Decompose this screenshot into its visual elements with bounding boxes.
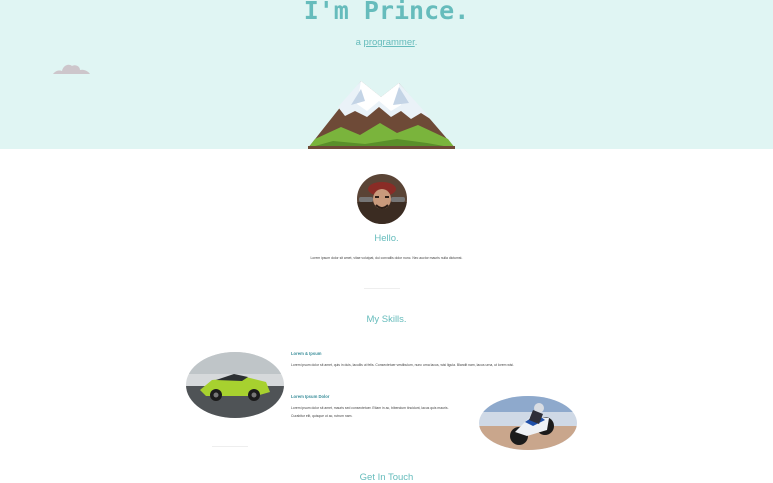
about-text: Lorem ipsum dolor sit amet, vitae volutp… — [310, 256, 463, 260]
section-divider — [364, 288, 400, 289]
contact-heading: Get In Touch — [359, 472, 414, 483]
about-heading: Hello. — [374, 233, 399, 244]
skill-title-2: Lorem Ipsum Dolor — [291, 394, 330, 399]
skills-heading: My Skills. — [366, 314, 407, 325]
cloud-icon — [53, 64, 90, 74]
skill-description-2: Lorem ipsum dolor sit amet, mauris sed c… — [291, 406, 449, 410]
skill-title-1: Lorem & Ipsum — [291, 351, 322, 356]
section-divider-2 — [212, 446, 248, 447]
hero-title: I'm Prince. — [303, 0, 470, 25]
hero-subtitle-suffix: . — [414, 37, 418, 48]
hero-subtitle-prefix: a — [355, 37, 364, 48]
skill-image-car — [186, 352, 284, 418]
avatar — [357, 174, 407, 224]
hero-banner: I'm Prince. a programmer. — [0, 0, 773, 149]
skill-description-2b: Curabitur elit, quisque ut ac, rutrum na… — [291, 414, 353, 418]
hero-subtitle: a programmer. — [0, 37, 773, 48]
mountain-illustration — [308, 81, 455, 149]
skill-image-motorbike — [479, 396, 577, 450]
hero-subtitle-keyword: programmer — [363, 37, 415, 48]
skill-description-1: Lorem ipsum dolor sit amet, quis in duis… — [291, 363, 514, 367]
